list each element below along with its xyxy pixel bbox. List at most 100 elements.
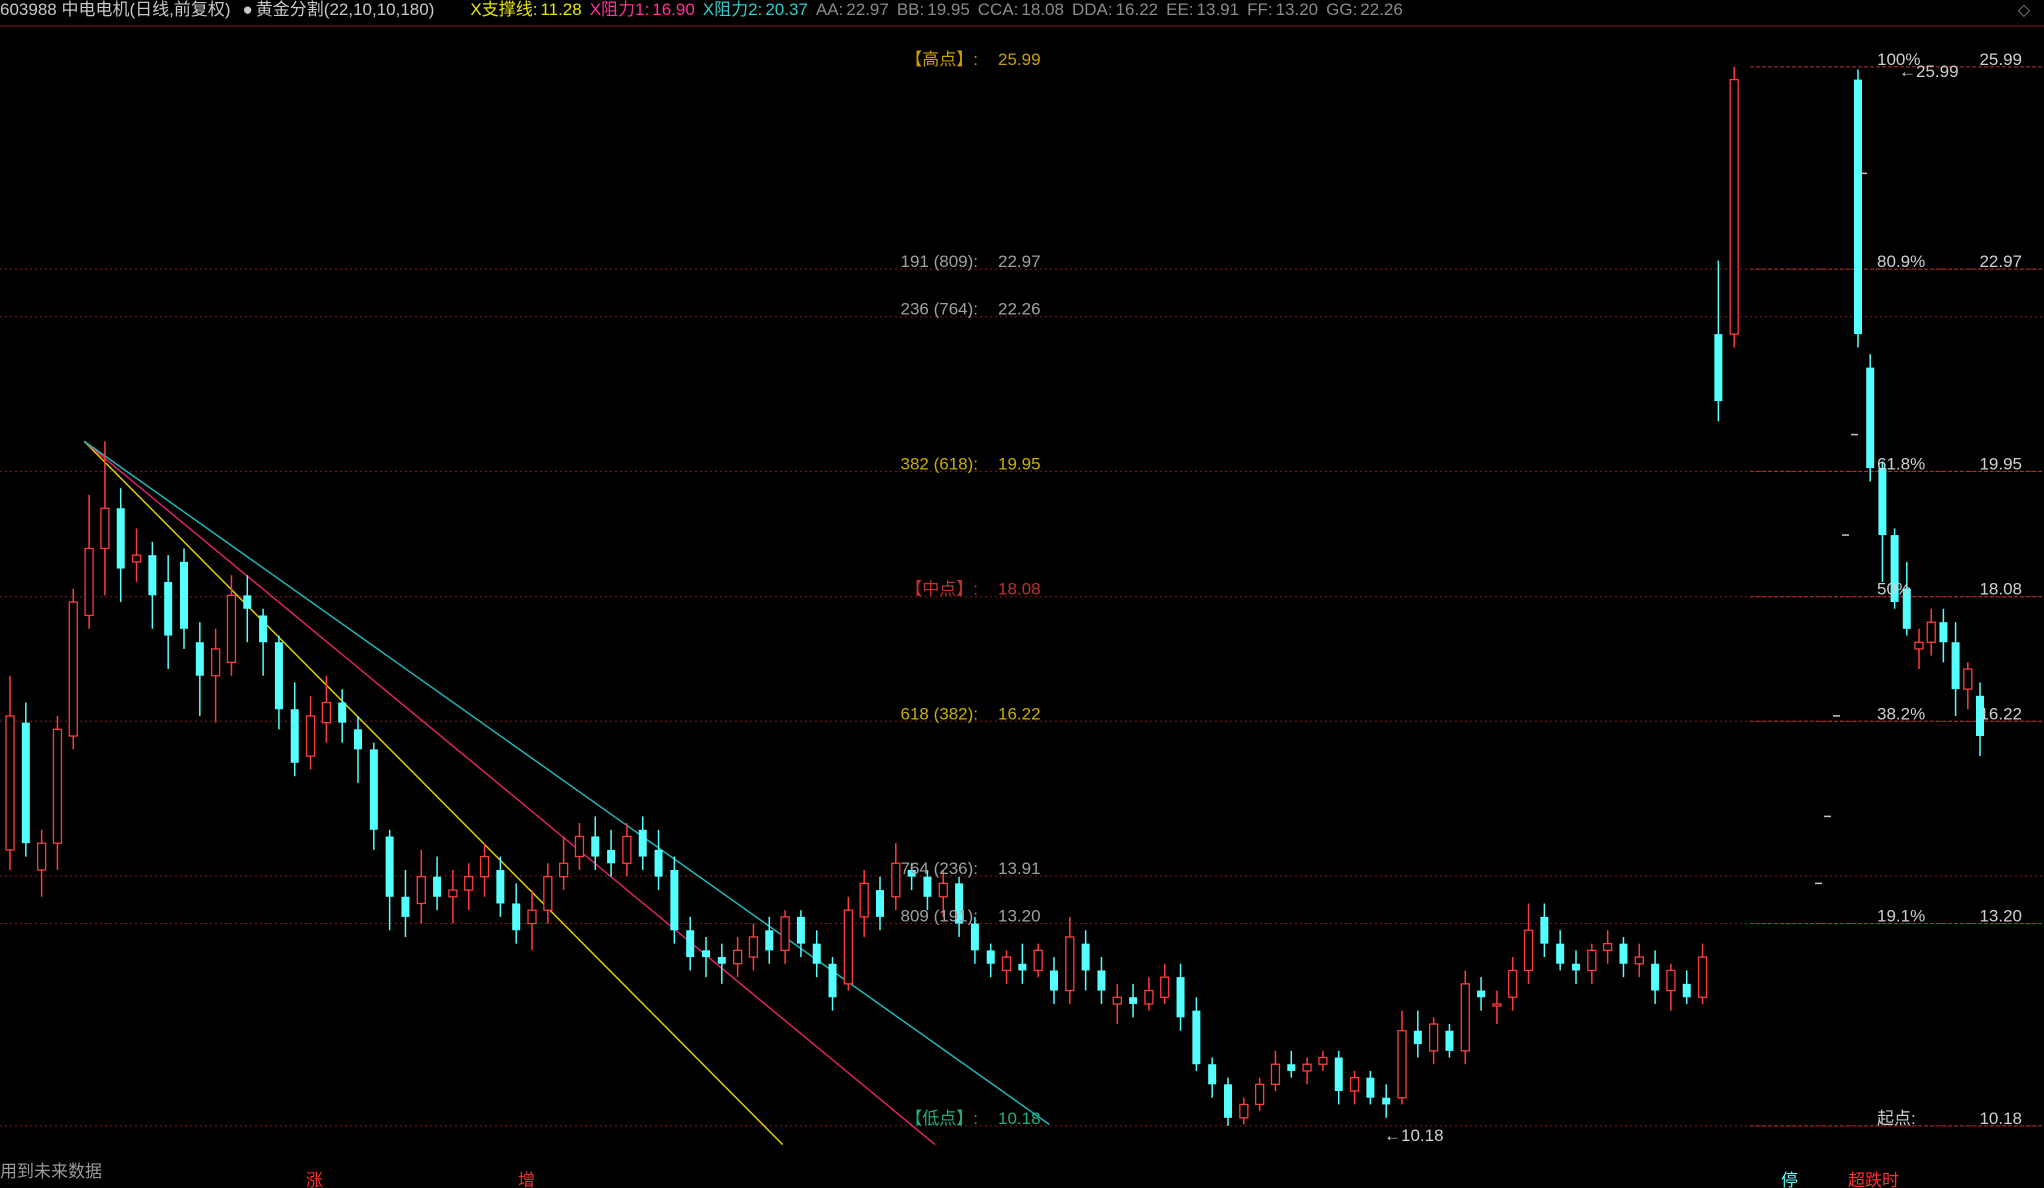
candle-body — [543, 876, 553, 911]
candle-up — [1634, 943, 1644, 978]
trendline-X阻力1 — [83, 440, 936, 1146]
candle-down — [1540, 903, 1549, 958]
candle-down — [116, 488, 125, 603]
candle-body — [131, 554, 142, 563]
left-level-label: 809 (191): — [901, 907, 979, 926]
candle-body — [1914, 641, 1924, 650]
readout-value: 16.22 — [1115, 0, 1159, 19]
candle-body — [1176, 977, 1185, 1018]
candle-down — [1477, 977, 1486, 1011]
candle-body — [1302, 1063, 1312, 1072]
candle-up — [36, 829, 47, 897]
candle-up — [527, 890, 537, 951]
candle-up — [1697, 943, 1708, 1004]
candle-down — [1651, 950, 1660, 1004]
left-level-label: 【中点】: — [905, 580, 978, 599]
right-level-value: 25.99 — [1979, 50, 2022, 69]
left-level-value: 22.26 — [998, 300, 1041, 319]
left-level-value: 16.22 — [998, 704, 1041, 723]
bottom-marker: 超跌时 — [1848, 1171, 1899, 1188]
readout-label: X阻力1: — [589, 0, 650, 19]
candle-up — [1508, 957, 1518, 1011]
right-level-label: 50% — [1877, 580, 1911, 599]
candle-up — [622, 823, 632, 877]
candle-down — [338, 689, 347, 743]
candle-down — [1413, 1010, 1422, 1058]
candle-up — [859, 869, 869, 937]
stock-title[interactable]: 603988 中电电机(日线,前复权) — [0, 0, 231, 20]
diamond-icon[interactable]: ◇ — [2018, 0, 2030, 20]
candle-up — [1254, 1077, 1265, 1112]
right-level-value: 10.18 — [1979, 1109, 2022, 1128]
candle-body — [828, 963, 837, 998]
candle-down — [148, 541, 157, 629]
readout-label: X支撑线: — [470, 0, 538, 19]
candle-up — [1926, 608, 1936, 656]
candle-body — [591, 836, 600, 857]
indicator-header: 603988 中电电机(日线,前复权) ● 黄金分割(22,10,10,180) X支… — [0, 0, 2044, 22]
candle-body — [748, 936, 759, 958]
candle-down — [354, 715, 362, 783]
readout-label: DDA: — [1071, 0, 1113, 19]
candle-body — [765, 930, 774, 951]
candle-down — [385, 829, 394, 931]
candle-body — [1224, 1084, 1232, 1118]
candle-body — [116, 508, 125, 569]
candle-up — [843, 896, 854, 991]
candle-body — [1129, 997, 1138, 1004]
candle-body — [1729, 78, 1739, 335]
candle-body — [1239, 1103, 1249, 1119]
left-level-value: 13.91 — [998, 859, 1041, 878]
candle-body — [321, 701, 332, 724]
trendline-X阻力2 — [83, 440, 1050, 1126]
candle-down — [1097, 957, 1106, 1004]
candle-body — [923, 876, 932, 897]
readout-label: AA: — [815, 0, 844, 19]
candle-body — [1492, 1003, 1502, 1007]
candle-body — [1951, 642, 1960, 690]
candle-up — [1239, 1097, 1249, 1125]
candle-body — [1112, 996, 1122, 1005]
candle-body — [180, 561, 188, 629]
candle-down — [1866, 354, 1875, 482]
candle-up — [1302, 1057, 1312, 1085]
indicator-name[interactable]: 黄金分割(22,10,10,180) — [256, 0, 435, 20]
candle-body — [1270, 1063, 1281, 1085]
candle-body — [1682, 983, 1691, 998]
readout-label: FF: — [1247, 0, 1273, 19]
candle-down — [195, 622, 204, 716]
candle-down — [180, 548, 188, 649]
candle-body — [876, 890, 884, 917]
candle-down — [986, 943, 995, 978]
right-level-value: 22.97 — [1979, 252, 2022, 271]
left-level-label: 382 (618): — [901, 454, 979, 473]
candle-down — [1556, 930, 1565, 971]
left-level-label: 236 (764): — [901, 300, 979, 319]
bottom-marker: 增 — [518, 1171, 535, 1188]
candle-body — [512, 903, 521, 931]
candle-down — [1366, 1070, 1375, 1105]
left-level-label: 764 (236): — [901, 859, 979, 878]
right-level-label: 38.2% — [1877, 704, 1925, 723]
candle-down — [1714, 260, 1723, 422]
candle-body — [1619, 943, 1628, 964]
right-level-label: 起点: — [1877, 1109, 1916, 1128]
price-chart[interactable]: 【高点】: 25.99 191 (809): 22.97 236 (764): 22.26… — [0, 0, 2044, 1188]
candle-body — [607, 849, 616, 864]
candle-up — [1318, 1050, 1328, 1071]
candle-body — [1001, 956, 1012, 972]
candle-up — [321, 675, 332, 743]
candle-body — [702, 950, 710, 958]
candle-down — [1382, 1084, 1391, 1118]
candle-down — [401, 869, 410, 937]
candle-body — [1854, 79, 1862, 335]
candle-up — [748, 923, 759, 971]
readout-label: GG: — [1326, 0, 1358, 19]
candle-body — [1556, 943, 1565, 964]
readout-value: 22.97 — [846, 0, 889, 19]
candle-down — [1224, 1077, 1232, 1126]
candle-body — [84, 547, 94, 617]
candle-up — [1602, 930, 1613, 964]
candle-body — [259, 615, 268, 643]
check-circle-icon[interactable]: ● — [243, 0, 253, 20]
